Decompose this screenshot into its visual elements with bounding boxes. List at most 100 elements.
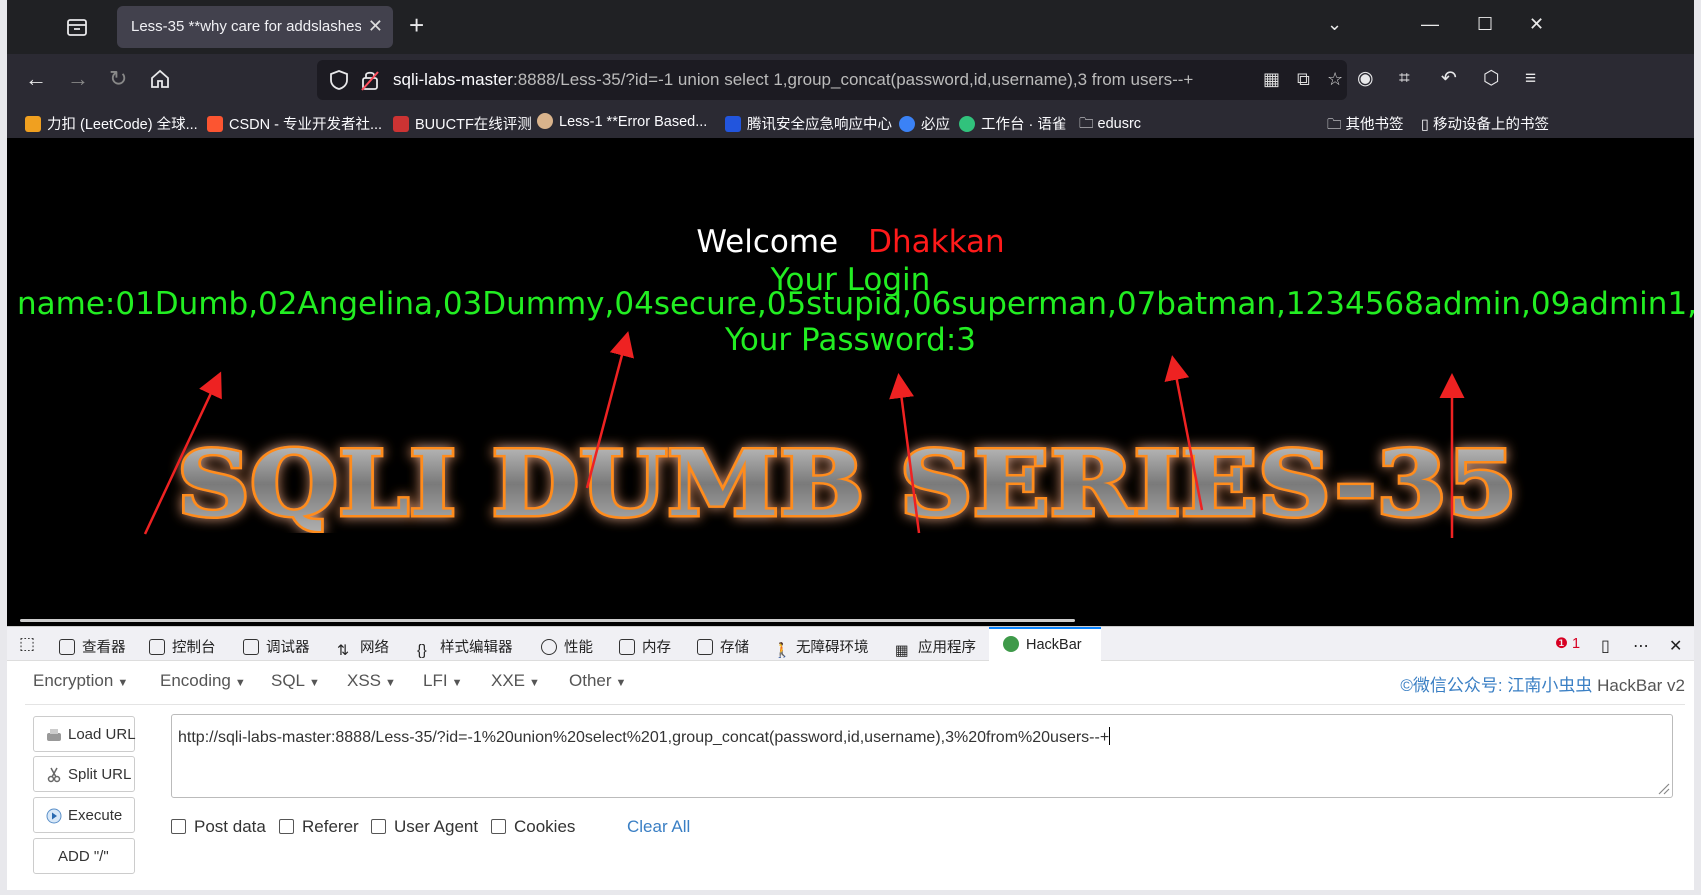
divider xyxy=(25,704,1685,705)
cookies-checkbox[interactable]: Cookies xyxy=(491,817,575,837)
clear-all-link[interactable]: Clear All xyxy=(627,817,690,837)
qr-code-icon[interactable]: ▦ xyxy=(1263,69,1280,90)
bookmark-bing[interactable]: 必应 xyxy=(899,113,950,134)
bookmarks-bar: 力扣 (LeetCode) 全球... CSDN - 专业开发者社... BUU… xyxy=(7,106,1694,138)
close-devtools-icon[interactable]: ✕ xyxy=(1669,636,1682,656)
user-agent-checkbox[interactable]: User Agent xyxy=(371,817,478,837)
menu-encoding[interactable]: Encoding ▼ xyxy=(160,671,246,691)
minimize-button[interactable]: — xyxy=(1421,14,1439,35)
tencent-icon xyxy=(725,116,741,132)
bookmark-less1[interactable]: Less-1 **Error Based... xyxy=(537,113,707,130)
tab-memory[interactable]: 内存 xyxy=(619,636,671,657)
bookmark-edusrc[interactable]: 🗀 edusrc xyxy=(1079,113,1141,138)
accessibility-icon: 🚶 xyxy=(773,643,792,659)
extensions-icon[interactable]: ⬡ xyxy=(1483,66,1500,92)
tab-storage[interactable]: 存储 xyxy=(697,636,749,657)
tab-performance[interactable]: 性能 xyxy=(541,636,593,657)
new-tab-button[interactable]: + xyxy=(409,12,424,38)
add-slash-button[interactable]: ADD "/" xyxy=(33,838,135,874)
debugger-icon xyxy=(243,639,259,655)
network-icon: ⇅ xyxy=(337,643,350,659)
tab-debugger[interactable]: 调试器 xyxy=(243,636,310,657)
hackbar-url-input[interactable]: http://sqli-labs-master:8888/Less-35/?id… xyxy=(171,714,1673,798)
chevron-down-icon: ▼ xyxy=(451,677,463,689)
tab-active[interactable]: Less-35 **why care for addslashes()** ✕ xyxy=(117,6,393,48)
back-icon[interactable]: ← xyxy=(25,66,47,92)
inspector-icon xyxy=(59,639,75,655)
red-arrow xyxy=(1164,355,1204,511)
bookmark-star-icon[interactable]: ☆ xyxy=(1327,69,1343,90)
split-url-button[interactable]: Split URL xyxy=(33,756,135,792)
leetcode-icon xyxy=(25,116,41,132)
tab-hackbar[interactable]: HackBar xyxy=(1003,636,1082,653)
undo-icon[interactable]: ↶ xyxy=(1441,66,1457,92)
tab-strip: Less-35 **why care for addslashes()** ✕ … xyxy=(7,0,1694,54)
tab-accessibility[interactable]: 🚶 无障碍环境 xyxy=(773,636,869,659)
checkbox-icon xyxy=(279,819,294,834)
url-text[interactable]: sqli-labs-master:8888/Less-35/?id=-1 uni… xyxy=(393,70,1253,90)
style-editor-icon: {} xyxy=(417,643,427,659)
browser-window: Less-35 **why care for addslashes()** ✕ … xyxy=(7,0,1694,890)
menu-xss[interactable]: XSS ▼ xyxy=(347,671,396,691)
tab-title: Less-35 **why care for addslashes()** xyxy=(131,18,361,35)
tab-network[interactable]: ⇅ 网络 xyxy=(337,636,389,659)
checkbox-icon xyxy=(491,819,506,834)
menu-other[interactable]: Other ▼ xyxy=(569,671,626,691)
bookmark-tencent[interactable]: 腾讯安全应急响应中心 xyxy=(725,113,892,134)
menu-lfi[interactable]: LFI ▼ xyxy=(423,671,462,691)
tab-style-editor[interactable]: {} 样式编辑器 xyxy=(417,636,513,659)
reload-icon[interactable]: ↻ xyxy=(109,66,127,92)
maximize-button[interactable]: ☐ xyxy=(1477,14,1493,35)
referer-checkbox[interactable]: Referer xyxy=(279,817,359,837)
menu-icon[interactable]: ≡ xyxy=(1525,66,1536,92)
shield-icon[interactable] xyxy=(329,69,349,91)
bookmark-yuque[interactable]: 工作台 · 语雀 xyxy=(959,113,1066,134)
post-data-checkbox[interactable]: Post data xyxy=(171,817,266,837)
console-icon xyxy=(149,639,165,655)
resize-grip-icon[interactable] xyxy=(1656,781,1670,795)
checkbox-icon xyxy=(171,819,186,834)
element-picker-icon[interactable]: ⬚ xyxy=(19,634,35,654)
tab-application[interactable]: ▦ 应用程序 xyxy=(895,636,976,659)
storage-icon xyxy=(697,639,713,655)
tab-list-icon[interactable] xyxy=(65,15,89,39)
execute-button[interactable]: Execute xyxy=(33,797,135,833)
bookmark-leetcode[interactable]: 力扣 (LeetCode) 全球... xyxy=(25,113,198,134)
hackbar-panel: Encryption ▼ Encoding ▼ SQL ▼ XSS ▼ LFI ▼ XXE… xyxy=(25,661,1685,890)
menu-encryption[interactable]: Encryption ▼ xyxy=(33,671,128,691)
chevron-down-icon: ▼ xyxy=(529,677,540,689)
account-icon[interactable]: ◉ xyxy=(1357,66,1374,92)
bookmark-buuctf[interactable]: BUUCTF在线评测 xyxy=(393,113,532,134)
hackbar-icon xyxy=(1003,636,1019,652)
tab-close-icon[interactable]: ✕ xyxy=(368,16,383,37)
folder-icon: 🗀 xyxy=(1079,116,1098,132)
hackbar-menu: Encryption ▼ Encoding ▼ SQL ▼ XSS ▼ LFI ▼ XXE… xyxy=(25,671,1685,701)
tab-inspector[interactable]: 查看器 xyxy=(59,636,126,657)
forward-icon[interactable]: → xyxy=(67,66,89,92)
url-bar[interactable]: sqli-labs-master:8888/Less-35/?id=-1 uni… xyxy=(317,60,1347,100)
error-count[interactable]: ❶ 1 xyxy=(1555,636,1580,652)
folder-icon: 🗀 xyxy=(1327,117,1346,133)
list-all-tabs-icon[interactable]: ⌄ xyxy=(1327,14,1342,35)
dock-side-icon[interactable]: ▯ xyxy=(1601,636,1610,656)
devtools-tabbar: ⬚ 查看器 控制台 调试器 ⇅ 网络 {} 样式编辑器 性能 内存 存储 🚶 无障碍环… xyxy=(7,627,1694,661)
tab-console[interactable]: 控制台 xyxy=(149,636,216,657)
red-arrow xyxy=(889,373,921,534)
insecure-lock-icon[interactable] xyxy=(361,69,379,91)
translate-icon[interactable]: ⧉ xyxy=(1297,69,1310,90)
bookmark-mobile[interactable]: ▯ 移动设备上的书签 xyxy=(1421,113,1549,134)
bookmark-other[interactable]: 🗀 其他书签 xyxy=(1327,113,1404,139)
close-window-button[interactable]: ✕ xyxy=(1529,14,1544,35)
more-options-icon[interactable]: ⋯ xyxy=(1633,636,1649,656)
horizontal-scrollbar[interactable] xyxy=(20,619,1075,622)
home-icon[interactable] xyxy=(149,68,171,90)
menu-xxe[interactable]: XXE ▼ xyxy=(491,671,540,691)
menu-sql[interactable]: SQL ▼ xyxy=(271,671,320,691)
red-arrow xyxy=(585,331,634,489)
load-url-button[interactable]: Load URL xyxy=(33,716,136,752)
play-icon xyxy=(46,808,62,824)
bookmark-csdn[interactable]: CSDN - 专业开发者社... xyxy=(207,113,382,134)
screenshot-crop-icon[interactable]: ⌗ xyxy=(1399,66,1410,92)
devtools-panel: ⬚ 查看器 控制台 调试器 ⇅ 网络 {} 样式编辑器 性能 内存 存储 🚶 无障碍环… xyxy=(7,626,1694,890)
scissors-icon xyxy=(47,767,61,783)
